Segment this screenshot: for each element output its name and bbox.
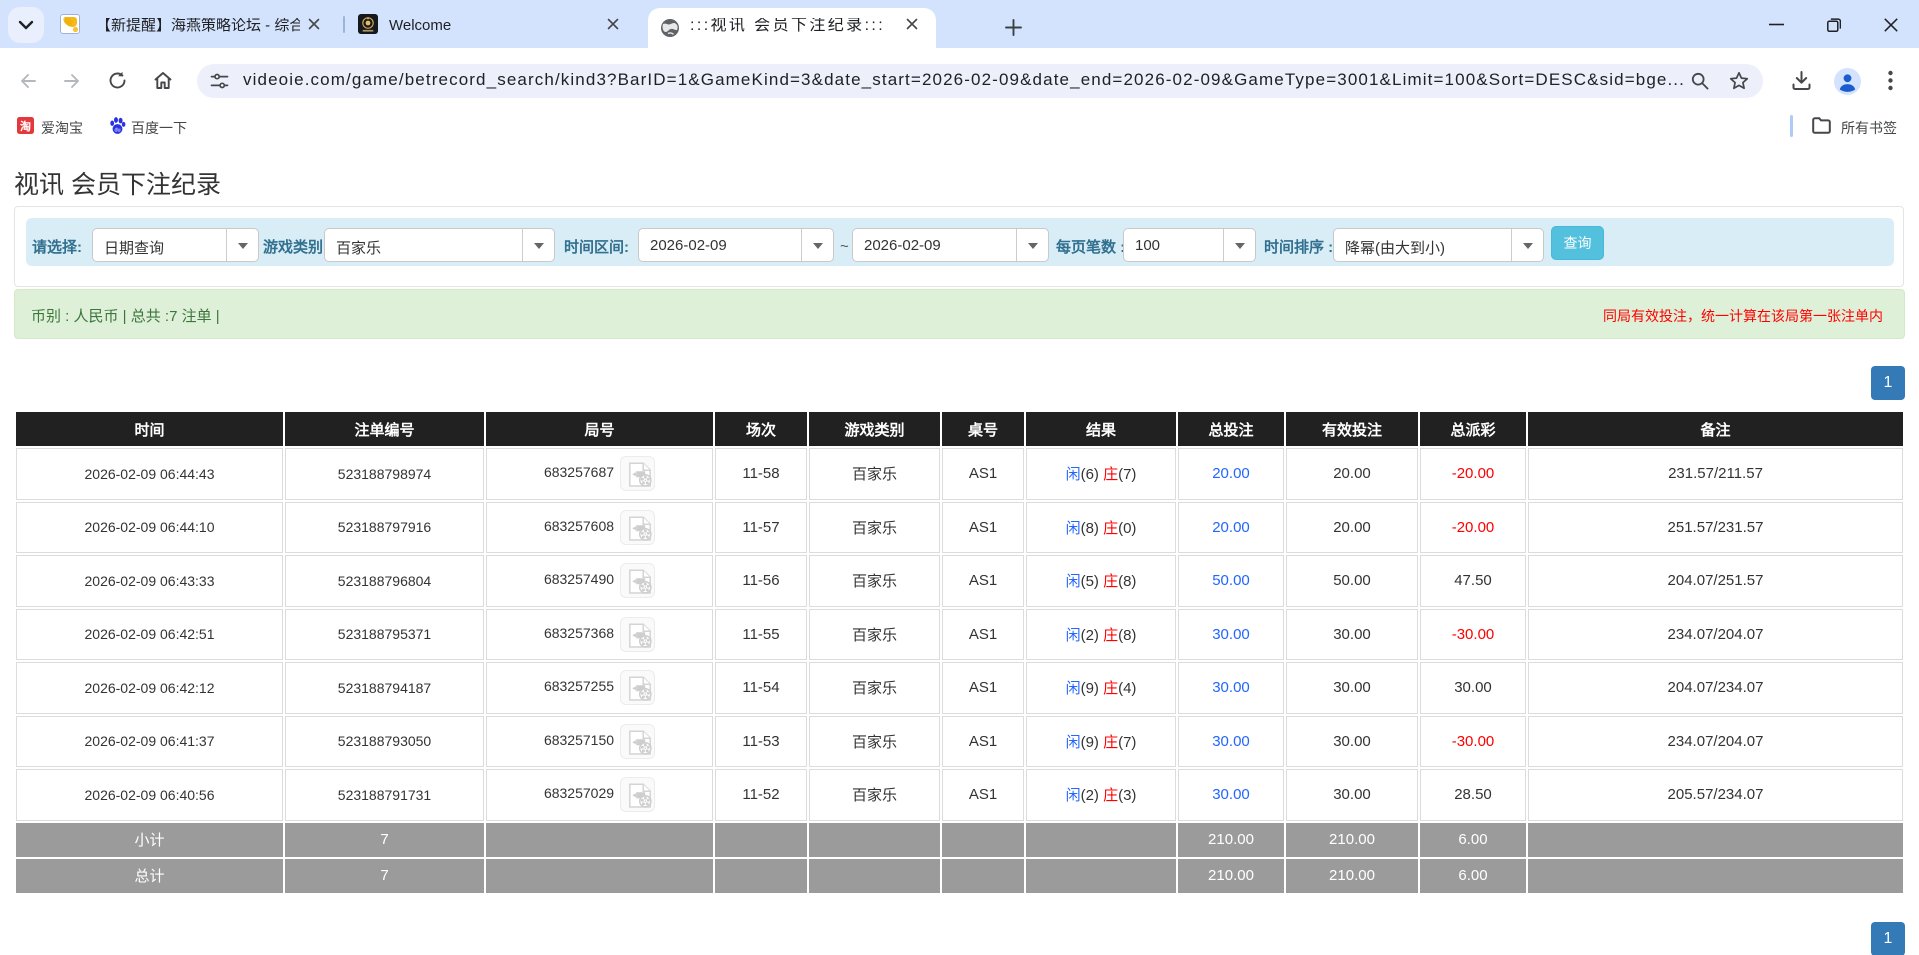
svg-text:du: du [114,127,120,133]
svg-text:淘: 淘 [20,119,31,133]
